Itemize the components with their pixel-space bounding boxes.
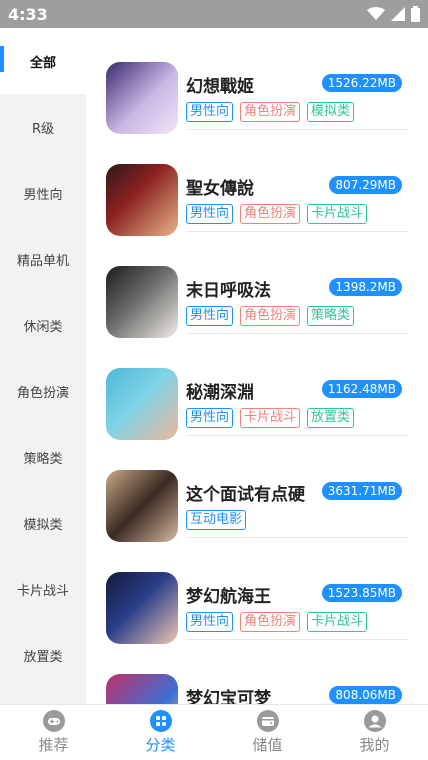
genre-tag: 男性向 — [186, 306, 234, 326]
status-bar: 4:33 — [0, 0, 428, 28]
nav-label: 储值 — [252, 736, 283, 754]
genre-tag: 男性向 — [186, 408, 234, 428]
genre-tag: 卡片战斗 — [307, 204, 368, 224]
category-icon — [149, 710, 172, 732]
game-thumbnail — [106, 164, 178, 236]
game-title: 这个面试有点硬 — [186, 485, 305, 505]
sidebar-item-simulation[interactable]: 模拟类 — [0, 490, 86, 556]
genre-tag: 角色扮演 — [240, 204, 301, 224]
genre-tag: 角色扮演 — [240, 102, 301, 122]
list-item[interactable]: 聖女傳說 807.29MB 男性向 角色扮演 卡片战斗 — [86, 130, 428, 236]
sidebar-item-label: 卡片战斗 — [16, 583, 69, 599]
game-thumbnail — [106, 470, 178, 542]
genre-tag: 卡片战斗 — [240, 408, 301, 428]
game-title: 秘潮深淵 — [186, 383, 254, 403]
list-item[interactable]: 梦幻宝可梦 808.06MB — [86, 640, 428, 704]
genre-tag: 互动电影 — [186, 510, 247, 530]
nav-recommend[interactable]: 推荐 — [0, 705, 107, 760]
sidebar-item-strategy[interactable]: 策略类 — [0, 424, 86, 490]
sidebar-item-label: 模拟类 — [23, 517, 63, 533]
list-item[interactable]: 秘潮深淵 1162.48MB 男性向 卡片战斗 放置类 — [86, 334, 428, 440]
game-list: 幻想戰姬 1526.22MB 男性向 角色扮演 模拟类 聖女傳說 807.29M… — [86, 28, 428, 704]
battery-icon — [411, 6, 420, 22]
game-title: 梦幻宝可梦 — [186, 689, 271, 704]
nav-category[interactable]: 分类 — [107, 705, 214, 760]
game-thumbnail — [106, 674, 178, 704]
signal-icon — [391, 7, 405, 21]
game-title: 梦幻航海王 — [186, 587, 271, 607]
sidebar-item-idle[interactable]: 放置类 — [0, 622, 86, 688]
genre-tag: 角色扮演 — [240, 612, 301, 632]
sidebar-item-male-oriented[interactable]: 男性向 — [0, 160, 86, 226]
sidebar-item-label: 放置类 — [23, 649, 63, 665]
category-sidebar: 全部 R级 男性向 精品单机 休闲类 角色扮演 策略类 模拟类 卡片战斗 放置类 — [0, 28, 86, 704]
sidebar-item-label: 全部 — [29, 55, 56, 71]
nav-profile[interactable]: 我的 — [321, 705, 428, 760]
nav-label: 推荐 — [38, 736, 69, 754]
sidebar-item-premium-single[interactable]: 精品单机 — [0, 226, 86, 292]
genre-tag: 策略类 — [307, 306, 355, 326]
sidebar-item-all[interactable]: 全部 — [0, 28, 86, 94]
sidebar-item-label: R级 — [31, 121, 55, 137]
genre-tag: 角色扮演 — [240, 306, 301, 326]
nav-topup[interactable]: 储值 — [214, 705, 321, 760]
bottom-nav: 推荐 分类 储值 我的 — [0, 704, 428, 760]
sidebar-item-label: 男性向 — [23, 187, 63, 203]
game-thumbnail — [106, 368, 178, 440]
size-badge: 1523.85MB — [321, 584, 402, 602]
game-thumbnail — [106, 572, 178, 644]
game-thumbnail — [106, 266, 178, 338]
gamepad-icon — [42, 710, 65, 732]
genre-tag: 模拟类 — [307, 102, 355, 122]
genre-tag: 卡片战斗 — [307, 612, 368, 632]
list-item[interactable]: 末日呼吸法 1398.2MB 男性向 角色扮演 策略类 — [86, 232, 428, 338]
wifi-icon — [367, 7, 385, 20]
size-badge: 808.06MB — [329, 686, 402, 704]
genre-tag: 放置类 — [307, 408, 355, 428]
list-item[interactable]: 这个面试有点硬 3631.71MB 互动电影 — [86, 436, 428, 542]
sidebar-item-label: 休闲类 — [23, 319, 63, 335]
list-item[interactable]: 幻想戰姬 1526.22MB 男性向 角色扮演 模拟类 — [86, 28, 428, 134]
size-badge: 807.29MB — [329, 176, 402, 194]
profile-icon — [363, 710, 386, 732]
nav-label: 分类 — [145, 736, 176, 754]
sidebar-item-r-rated[interactable]: R级 — [0, 94, 86, 160]
sidebar-item-label: 精品单机 — [16, 253, 69, 269]
status-time: 4:33 — [8, 4, 48, 24]
genre-tag: 男性向 — [186, 204, 234, 224]
nav-label: 我的 — [359, 736, 390, 754]
sidebar-item-casual[interactable]: 休闲类 — [0, 292, 86, 358]
game-title: 幻想戰姬 — [186, 77, 254, 97]
game-title: 末日呼吸法 — [186, 281, 271, 301]
size-badge: 3631.71MB — [321, 482, 402, 500]
genre-tag: 男性向 — [186, 102, 234, 122]
sidebar-item-label: 角色扮演 — [16, 385, 69, 401]
size-badge: 1162.48MB — [321, 380, 402, 398]
sidebar-item-label: 策略类 — [23, 451, 63, 467]
size-badge: 1526.22MB — [321, 74, 402, 92]
genre-tag: 男性向 — [186, 612, 234, 632]
wallet-icon — [256, 710, 279, 732]
size-badge: 1398.2MB — [329, 278, 402, 296]
sidebar-item-rpg[interactable]: 角色扮演 — [0, 358, 86, 424]
game-title: 聖女傳說 — [186, 179, 254, 199]
game-thumbnail — [106, 62, 178, 134]
list-item[interactable]: 梦幻航海王 1523.85MB 男性向 角色扮演 卡片战斗 — [86, 538, 428, 644]
sidebar-item-card-battle[interactable]: 卡片战斗 — [0, 556, 86, 622]
